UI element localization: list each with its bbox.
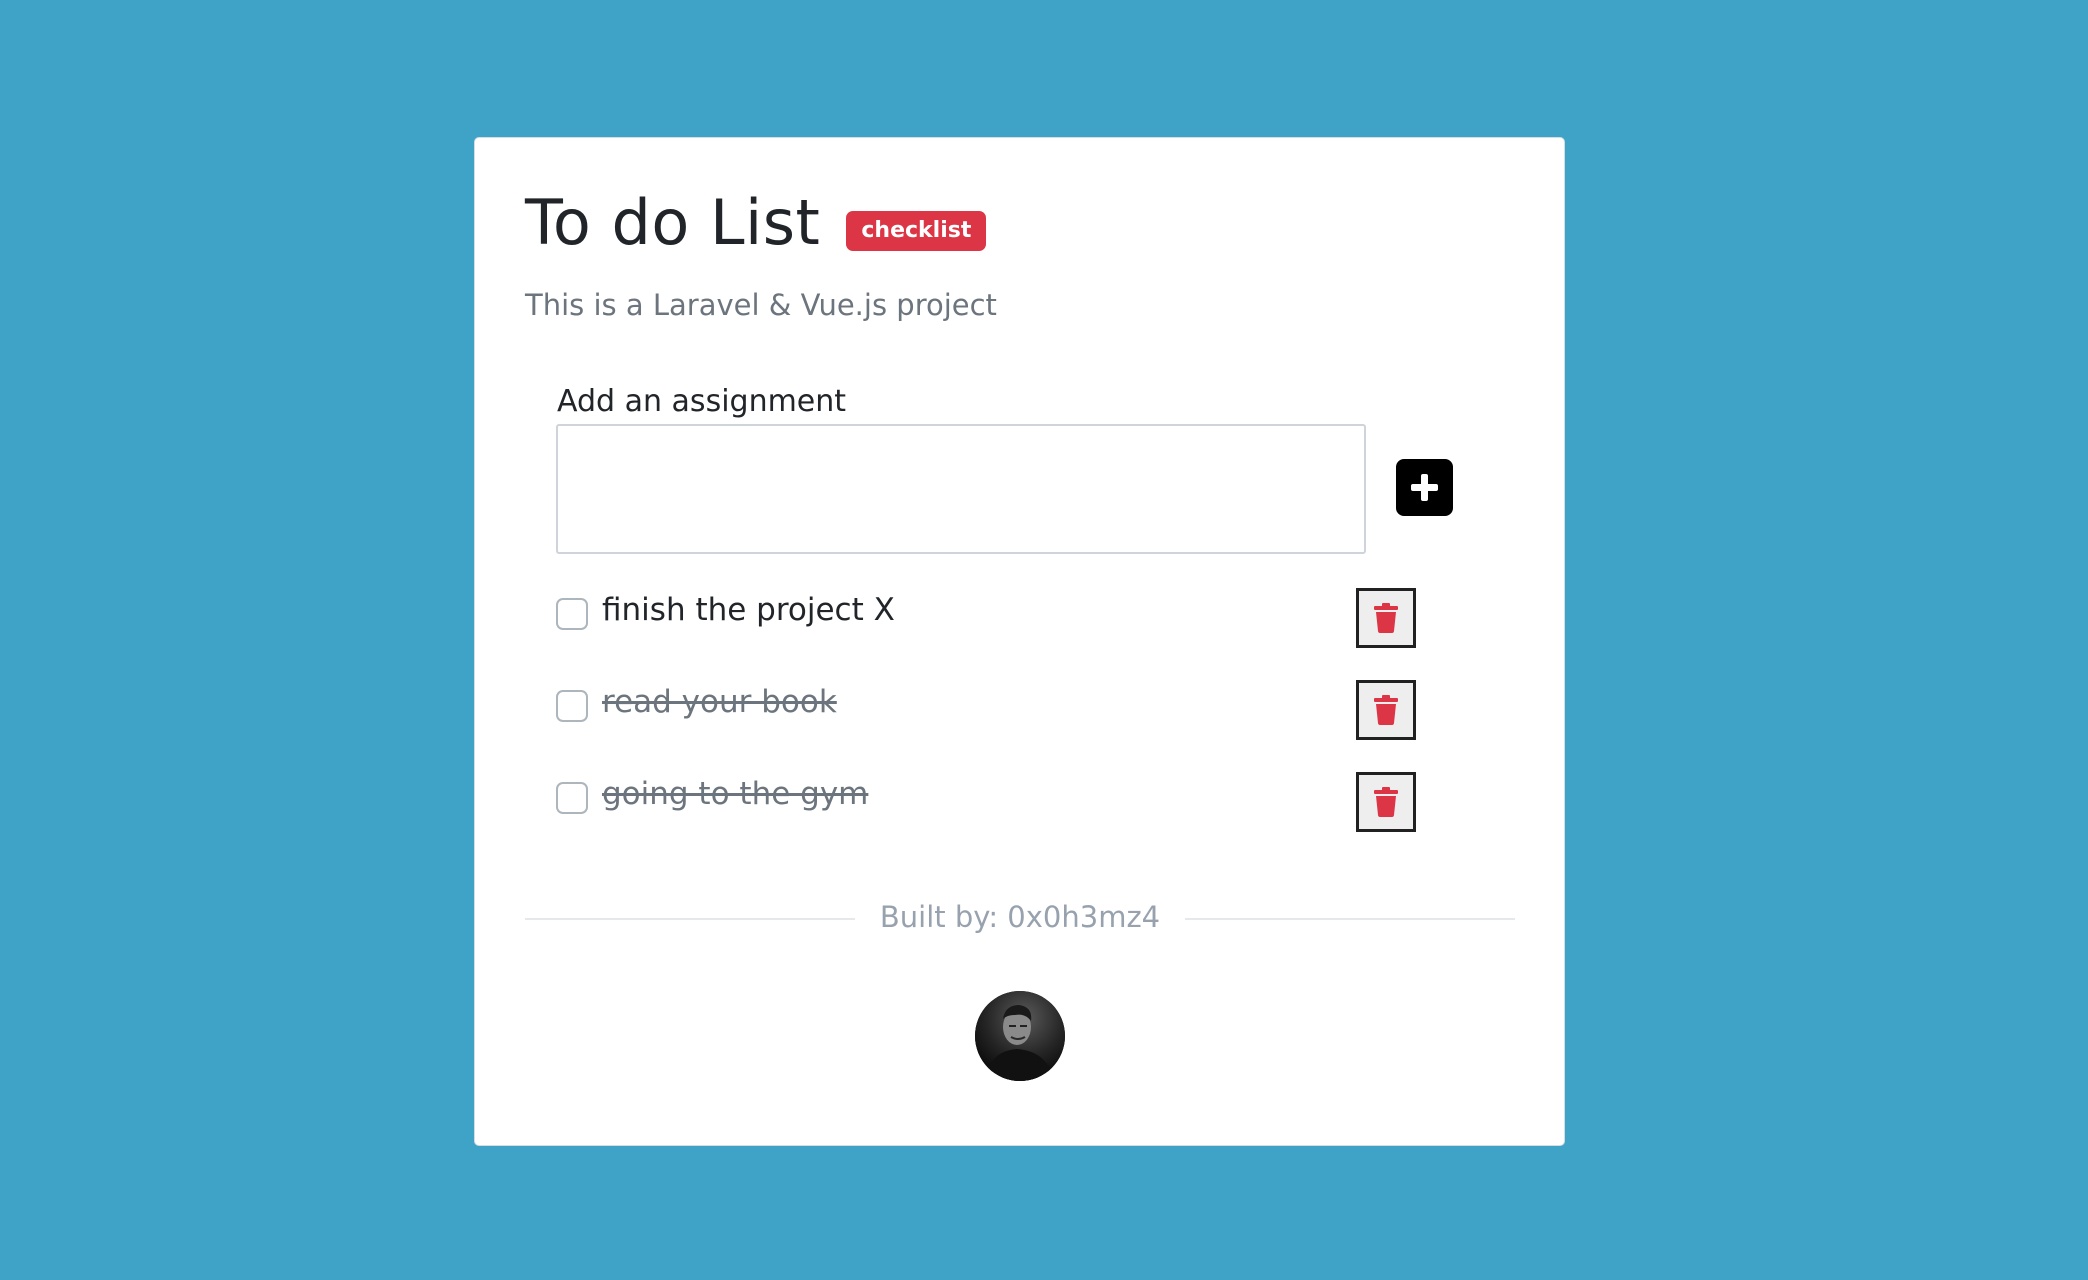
built-by-text: Built by: 0x0h3mz4 — [879, 900, 1161, 934]
add-button[interactable] — [1396, 459, 1453, 516]
trash-icon — [1374, 787, 1398, 817]
task-item: finish the project X — [556, 588, 1416, 648]
task-label: going to the gym — [602, 776, 869, 812]
plus-icon — [1411, 474, 1438, 501]
avatar-portrait — [975, 991, 1065, 1081]
task-checkbox[interactable] — [556, 598, 588, 630]
delete-task-button[interactable] — [1356, 588, 1416, 648]
todo-card: To do List checklist This is a Laravel &… — [474, 137, 1565, 1146]
task-checkbox[interactable] — [556, 690, 588, 722]
trash-icon — [1374, 695, 1398, 725]
avatar[interactable] — [975, 991, 1065, 1081]
page-title: To do List — [525, 186, 821, 259]
delete-task-button[interactable] — [1356, 772, 1416, 832]
checklist-badge: checklist — [846, 210, 987, 252]
task-item: going to the gym — [556, 772, 1416, 832]
task-checkbox[interactable] — [556, 782, 588, 814]
trash-icon — [1374, 603, 1398, 633]
task-label: finish the project X — [602, 592, 895, 628]
task-item: read your book — [556, 680, 1416, 740]
task-label: read your book — [602, 684, 837, 720]
assignment-input[interactable] — [556, 424, 1366, 554]
title-row: To do List checklist — [525, 186, 987, 259]
footer-divider-left — [525, 918, 855, 920]
add-assignment-label: Add an assignment — [557, 384, 847, 419]
delete-task-button[interactable] — [1356, 680, 1416, 740]
page-subtitle: This is a Laravel & Vue.js project — [525, 288, 997, 322]
footer-divider-right — [1185, 918, 1515, 920]
